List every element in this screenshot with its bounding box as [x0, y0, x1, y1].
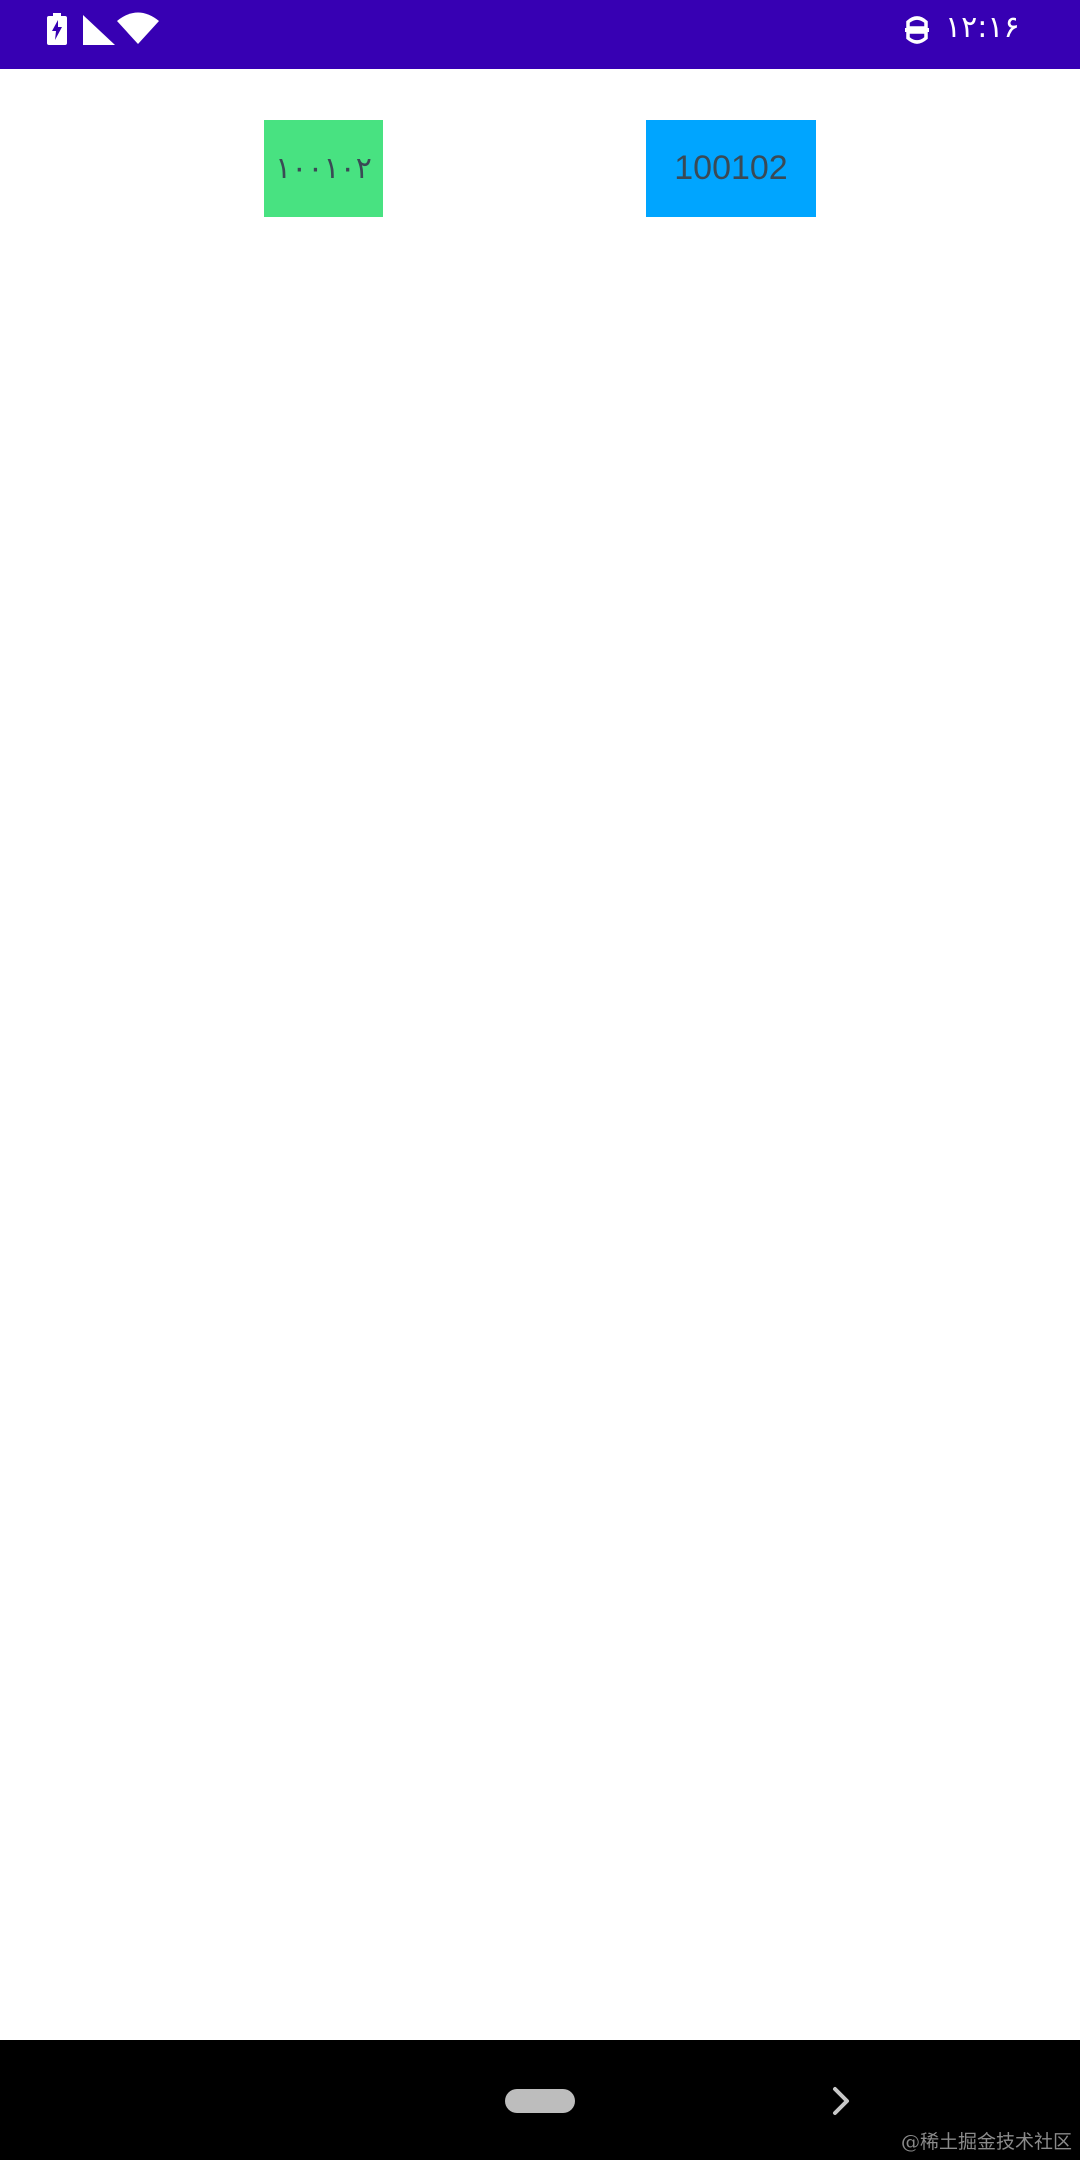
screen: ۱۲:۱۶ ۱۰۰۱۰۲ 100102 @稀土掘金技术社区	[0, 0, 1080, 2160]
watermark-text: @稀土掘金技术社区	[900, 2131, 1072, 2153]
latin-number-text: 100102	[674, 149, 788, 187]
app-notification-icon	[905, 16, 929, 44]
arabic-number-box: ۱۰۰۱۰۲	[264, 120, 383, 217]
cell-signal-icon	[83, 15, 115, 45]
latin-number-box: 100102	[646, 120, 816, 217]
status-bar-clock: ۱۲:۱۶	[945, 10, 1020, 45]
navigation-bar: @稀土掘金技术社区	[0, 2040, 1080, 2160]
wifi-icon	[117, 12, 159, 44]
back-chevron-icon[interactable]	[830, 2085, 854, 2117]
status-bar: ۱۲:۱۶	[0, 0, 1080, 69]
home-pill-icon[interactable]	[505, 2089, 575, 2113]
battery-charging-icon	[47, 13, 67, 45]
arabic-number-text: ۱۰۰۱۰۲	[275, 151, 372, 186]
